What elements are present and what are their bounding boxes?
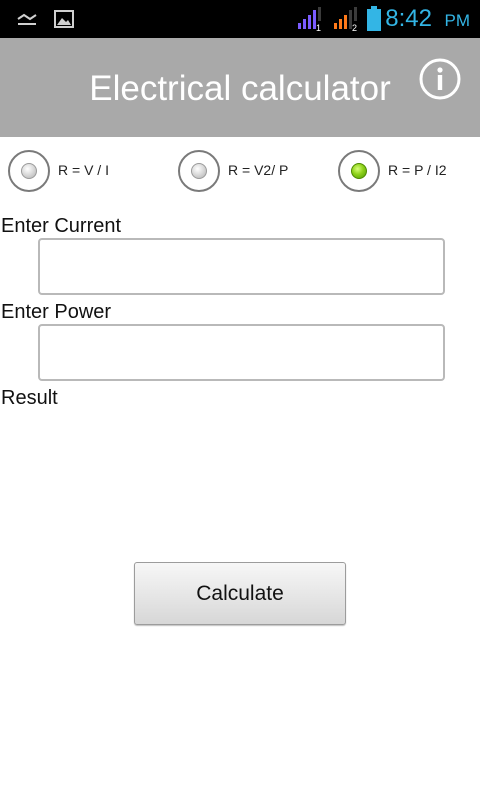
header-bar: Electrical calculator — [0, 38, 480, 137]
current-label: Enter Current — [1, 215, 122, 237]
clock-time: 8:42 — [385, 5, 432, 32]
signal-sim2-icon: 2 — [334, 7, 357, 31]
clock-ampm: PM — [444, 11, 471, 30]
radio-button[interactable] — [338, 150, 380, 192]
sim2-badge: 2 — [352, 23, 357, 31]
power-label: Enter Power — [1, 301, 112, 323]
calculate-button[interactable]: Calculate — [134, 562, 346, 625]
power-input[interactable] — [38, 324, 445, 381]
radio-button[interactable] — [178, 150, 220, 192]
page-title: Electrical calculator — [89, 69, 391, 108]
radio-label: R = V / I — [58, 162, 109, 178]
info-icon[interactable] — [418, 57, 462, 101]
signal-sim1-icon: 1 — [298, 7, 321, 31]
sim1-badge: 1 — [316, 23, 321, 31]
battery-icon — [367, 6, 381, 31]
status-bar: 1 2 8:42 PM — [0, 0, 480, 38]
radio-button[interactable] — [8, 150, 50, 192]
current-input[interactable] — [38, 238, 445, 295]
radio-label: R = V2/ P — [228, 162, 289, 178]
radio-label: R = P / I2 — [388, 162, 447, 178]
notification-icon — [17, 13, 37, 25]
result-label: Result — [1, 387, 58, 409]
image-icon — [54, 10, 74, 28]
